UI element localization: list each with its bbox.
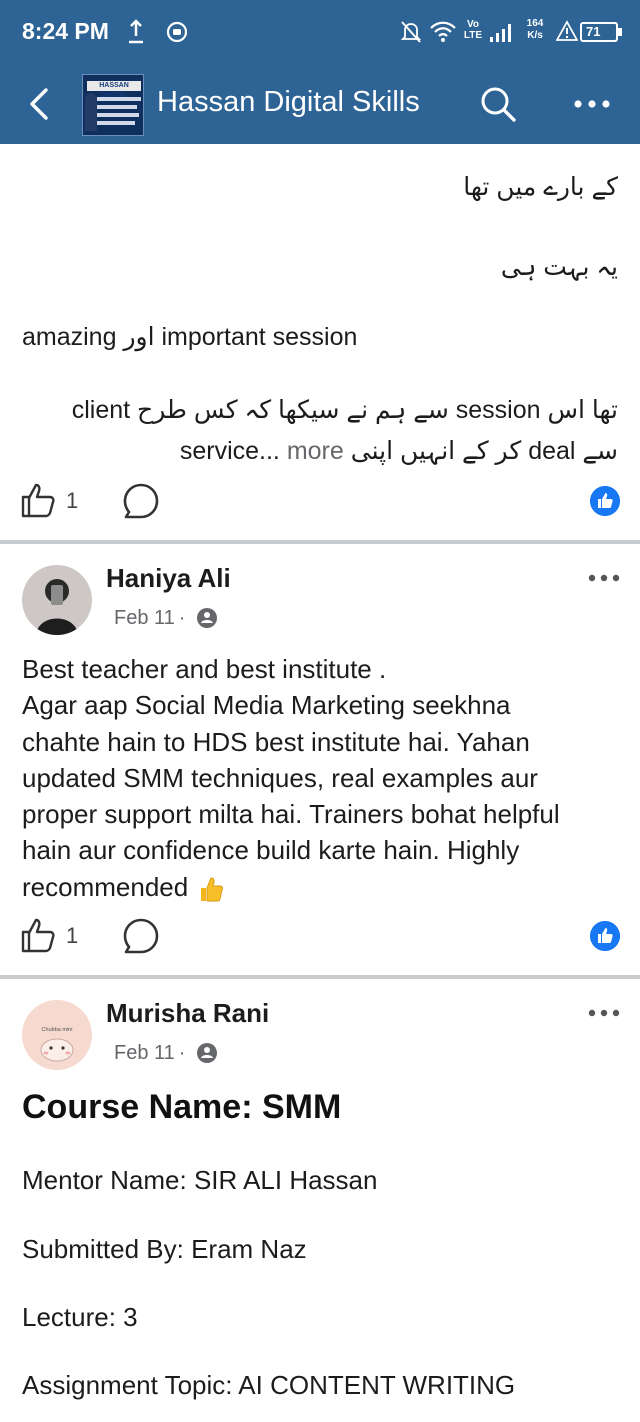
post-text-mixed-2: تھا اس session سے ہم نے سیکھا کہ کس طرح … <box>71 396 618 424</box>
comment-icon[interactable] <box>122 917 160 955</box>
signal-icon <box>490 24 511 42</box>
privacy-group-icon <box>197 608 217 628</box>
post-date-text: Feb 11 <box>114 607 175 629</box>
logo-line <box>97 113 139 117</box>
avatar[interactable]: Chubba mini <box>22 1000 92 1070</box>
meta-dot: · <box>178 1042 186 1064</box>
wifi-icon <box>430 21 456 42</box>
thumbs-up-emoji-icon <box>201 877 224 902</box>
post-body-line: proper support milta hai. Trainers bohat… <box>22 799 560 830</box>
post-author[interactable]: Haniya Ali <box>106 563 231 594</box>
course-title: Course Name: SMM <box>22 1088 342 1126</box>
comment-icon[interactable] <box>122 482 160 520</box>
post-body-last-text: recommended <box>22 871 189 902</box>
mentor-line: Mentor Name: SIR ALI Hassan <box>22 1165 378 1195</box>
mixed-word-1: amazing <box>22 323 117 351</box>
app-notification-icon <box>166 21 188 43</box>
post-text-urdu-1: کے بارے میں تھا <box>463 173 618 201</box>
like-icon[interactable] <box>18 480 58 520</box>
avatar-text: Chubba mini <box>42 1027 73 1033</box>
status-right-cluster: Vo LTE 164 K/s 71 <box>400 14 630 50</box>
post-date: Feb 11 · <box>114 1042 189 1065</box>
battery-level: 71 <box>586 24 601 39</box>
more-dots-icon[interactable] <box>572 88 612 120</box>
group-name[interactable]: Hassan Digital Skills <box>157 86 420 119</box>
post-actions: 1 <box>0 478 640 526</box>
battery-icon: 71 <box>580 22 618 42</box>
net-speed-value: 164 <box>526 18 544 29</box>
group-header: HASSAN DIGITAL Hassan Digital Skills <box>0 64 640 144</box>
logo-person-graphic <box>85 93 97 131</box>
like-count: 1 <box>66 488 79 513</box>
net-vo-label: Vo <box>466 19 480 30</box>
mixed-word-2: important session <box>161 323 358 351</box>
like-icon[interactable] <box>18 915 58 955</box>
alert-icon <box>556 20 578 41</box>
avatar[interactable] <box>22 565 92 635</box>
post-body-line: chahte hain to HDS best institute hai. Y… <box>22 726 530 757</box>
mute-icon <box>400 21 422 43</box>
post-body-line: Agar aap Social Media Marketing seekhna <box>22 690 511 721</box>
post-separator <box>0 540 640 544</box>
post-text-urdu-2: یہ بہت ہی <box>500 253 618 281</box>
like-count: 1 <box>66 923 79 948</box>
status-bar: 8:24 PM Vo LTE 164 K/s 71 <box>0 0 640 64</box>
post-body-line: hain aur confidence build karte hain. Hi… <box>22 835 520 866</box>
back-arrow-icon[interactable] <box>18 84 58 124</box>
assignment-topic-line: Assignment Topic: AI CONTENT WRITING <box>22 1370 516 1400</box>
logo-line <box>97 105 137 109</box>
logo-line <box>97 121 135 125</box>
post-body-line: updated SMM techniques, real examples au… <box>22 762 538 793</box>
search-icon[interactable] <box>478 84 518 124</box>
post-date: Feb 11 · <box>114 607 189 630</box>
post-separator <box>0 975 640 979</box>
post-body: Best teacher and best institute . Agar a… <box>22 651 622 905</box>
mixed-word-urdu: اور <box>123 323 155 351</box>
post-body-line-last: recommended <box>22 869 622 905</box>
like-reaction-icon[interactable] <box>590 921 620 951</box>
lecture-line: Lecture: 3 <box>22 1302 138 1332</box>
net-lte-label: LTE <box>463 30 483 41</box>
post-text-truncated: سے deal کر کے انہیں اپنی service... <box>179 437 618 465</box>
see-more-link[interactable]: more <box>287 437 344 465</box>
group-logo-text: HASSAN DIGITAL <box>87 81 141 99</box>
post-actions: 1 <box>0 913 640 961</box>
status-time: 8:24 PM <box>22 18 109 44</box>
battery-tip <box>618 28 622 36</box>
upload-icon <box>129 19 143 44</box>
privacy-group-icon <box>197 1043 217 1063</box>
post-text-mixed-1: amazing اور important session <box>22 322 357 352</box>
meta-dot: · <box>178 607 186 629</box>
post-date-text: Feb 11 <box>114 1042 175 1064</box>
post-author[interactable]: Murisha Rani <box>106 998 269 1029</box>
submitted-by-line: Submitted By: Eram Naz <box>22 1234 307 1264</box>
post-more-icon[interactable] <box>584 566 624 590</box>
group-logo[interactable]: HASSAN DIGITAL <box>82 74 144 136</box>
like-reaction-icon[interactable] <box>590 486 620 516</box>
post-text-mixed-3: سے deal کر کے انہیں اپنی service... more <box>180 436 618 466</box>
post-more-icon[interactable] <box>584 1001 624 1025</box>
net-speed-unit: K/s <box>527 30 543 41</box>
post-body-line: Best teacher and best institute . <box>22 654 387 684</box>
logo-line <box>97 97 141 101</box>
